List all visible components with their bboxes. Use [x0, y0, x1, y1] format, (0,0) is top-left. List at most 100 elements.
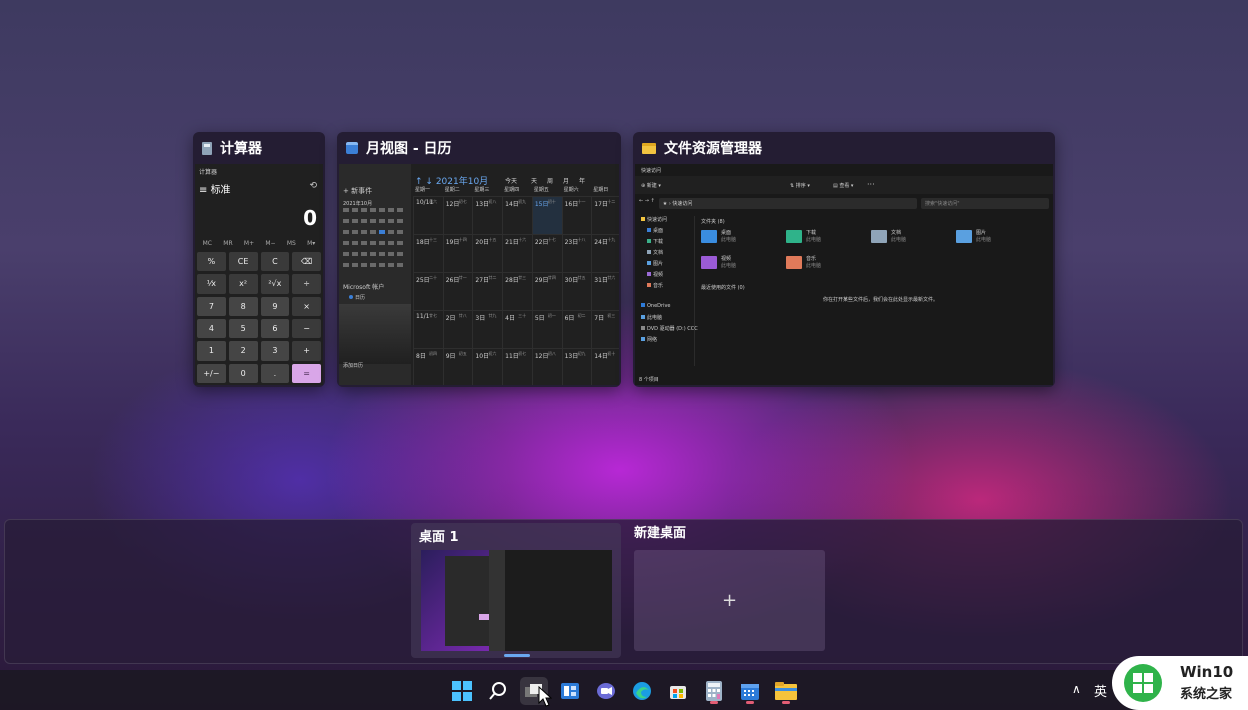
back-forward-icons[interactable]: ← → ↑ [639, 198, 655, 210]
store-icon[interactable] [664, 677, 692, 705]
calculator-key[interactable]: +/− [197, 363, 226, 383]
calculator-key[interactable]: 0 [228, 363, 258, 383]
calculator-key[interactable]: 3 [260, 341, 290, 361]
nav-item[interactable]: 下载 [647, 238, 663, 245]
mini-calendar[interactable] [343, 208, 407, 278]
calculator-key[interactable]: 1 [197, 341, 226, 361]
calendar-day-cell[interactable]: 5日 初一 [531, 310, 562, 348]
tab-year[interactable]: 年 [579, 176, 585, 185]
mini-calendar-day[interactable] [397, 230, 403, 234]
calculator-key[interactable]: 8 [228, 296, 258, 316]
tab-week[interactable]: 周 [547, 176, 553, 185]
calculator-key[interactable]: CE [228, 252, 258, 272]
mini-calendar-day[interactable] [388, 263, 394, 267]
view-button[interactable]: ▤ 查看 ▾ [833, 182, 853, 189]
mini-calendar-day[interactable] [352, 208, 358, 212]
mini-calendar-day[interactable] [370, 263, 376, 267]
nav-item[interactable]: 此电脑 [641, 314, 662, 321]
folder-tile[interactable]: 桌面 此电脑 [701, 228, 781, 252]
new-button[interactable]: ⊕ 新建 ▾ [641, 182, 661, 189]
calendar-day-cell[interactable]: 3日 廿九 [472, 310, 503, 348]
chat-icon[interactable] [592, 677, 620, 705]
mini-calendar-day[interactable] [343, 241, 349, 245]
mini-calendar-day[interactable] [379, 230, 385, 234]
mini-calendar-day[interactable] [352, 252, 358, 256]
mini-calendar-day[interactable] [352, 230, 358, 234]
calendar-day-cell[interactable]: 8日 初四 [413, 348, 443, 385]
mini-calendar-day[interactable] [379, 252, 385, 256]
calculator-key[interactable]: 4 [197, 319, 226, 339]
calendar-day-cell[interactable]: 10/11 初六 [413, 196, 443, 234]
mini-calendar-day[interactable] [343, 263, 349, 267]
folder-tile[interactable]: 音乐 此电脑 [786, 254, 866, 278]
nav-item[interactable]: 文档 [647, 249, 663, 256]
calendar-day-cell[interactable]: 11/1 廿七 [413, 310, 443, 348]
calendar-day-cell[interactable]: 19日 十四 [442, 234, 473, 272]
start-icon[interactable] [448, 677, 476, 705]
calendar-day-cell[interactable]: 12日 初八 [531, 348, 562, 385]
calculator-key[interactable]: . [260, 363, 290, 383]
history-icon[interactable]: ⟲ [309, 181, 317, 191]
calculator-key[interactable]: = [292, 363, 321, 383]
widgets-icon[interactable] [556, 677, 584, 705]
calculator-key[interactable]: % [197, 252, 226, 272]
calendar-day-cell[interactable]: 27日 廿二 [472, 272, 503, 310]
calendar-name-label[interactable]: 日历 [349, 294, 365, 301]
calendar-day-cell[interactable]: 15日 初十 [531, 196, 562, 234]
mini-calendar-day[interactable] [379, 219, 385, 223]
tab-day[interactable]: 天 [531, 176, 537, 185]
calendar-day-cell[interactable]: 17日 十二 [591, 196, 619, 234]
memory-key-ms[interactable]: MS [287, 240, 296, 247]
calculator-key[interactable]: ⅟x [197, 274, 226, 294]
calendar-day-cell[interactable]: 20日 十五 [472, 234, 503, 272]
calendar-day-cell[interactable]: 29日 廿四 [531, 272, 562, 310]
calendar-day-cell[interactable]: 12日 初七 [442, 196, 473, 234]
calendar-day-cell[interactable]: 10日 初六 [472, 348, 503, 385]
calendar-day-cell[interactable]: 13日 初九 [561, 348, 592, 385]
nav-item[interactable]: OneDrive [641, 303, 671, 309]
calculator-taskbar-icon[interactable] [700, 677, 728, 705]
calendar-day-cell[interactable]: 31日 廿六 [591, 272, 619, 310]
folder-tile[interactable]: 视频 此电脑 [701, 254, 781, 278]
calendar-day-cell[interactable]: 25日 二十 [413, 272, 443, 310]
mini-calendar-day[interactable] [379, 241, 385, 245]
folder-tile[interactable]: 文档 此电脑 [871, 228, 951, 252]
address-bar[interactable]: ★ › 快速访问 [658, 198, 917, 209]
folder-tile[interactable]: 图片 此电脑 [956, 228, 1036, 252]
add-calendar-button[interactable]: 添加日历 [343, 362, 363, 369]
calculator-key[interactable]: 2 [228, 341, 258, 361]
hamburger-icon[interactable]: ≡ [199, 185, 211, 196]
search-box[interactable]: 搜索"快速访问" [921, 198, 1049, 209]
calculator-key[interactable]: x² [228, 274, 258, 294]
memory-key-mr[interactable]: MR [223, 240, 232, 247]
mini-calendar-day[interactable] [397, 241, 403, 245]
tab-month[interactable]: 月 [563, 176, 569, 185]
calculator-mode[interactable]: ≡ 标准 [199, 181, 231, 196]
mini-calendar-day[interactable] [361, 252, 367, 256]
calendar-day-cell[interactable]: 16日 十一 [561, 196, 592, 234]
mini-calendar-day[interactable] [361, 263, 367, 267]
mini-calendar-day[interactable] [379, 208, 385, 212]
mini-calendar-day[interactable] [370, 241, 376, 245]
calendar-day-cell[interactable]: 14日 初十 [591, 348, 619, 385]
calculator-key[interactable]: ²√x [260, 274, 290, 294]
calendar-day-cell[interactable]: 11日 初七 [502, 348, 532, 385]
calendar-day-cell[interactable]: 7日 初三 [591, 310, 619, 348]
mini-calendar-day[interactable] [397, 219, 403, 223]
calculator-key[interactable]: 9 [260, 296, 290, 316]
calendar-day-cell[interactable]: 30日 廿五 [561, 272, 592, 310]
calculator-key[interactable]: × [292, 296, 321, 316]
calculator-key[interactable]: + [292, 341, 321, 361]
mini-calendar-day[interactable] [352, 219, 358, 223]
new-desktop-button[interactable]: + [634, 550, 825, 651]
calendar-day-cell[interactable]: 13日 初八 [472, 196, 503, 234]
mini-calendar-day[interactable] [352, 263, 358, 267]
more-icon[interactable]: ··· [867, 180, 875, 189]
mini-calendar-day[interactable] [361, 219, 367, 223]
file-explorer-icon[interactable] [772, 677, 800, 705]
new-event-button[interactable]: + 新事件 [343, 186, 372, 196]
nav-item[interactable]: 快速访问 [641, 216, 667, 223]
today-button[interactable]: 今天 [505, 176, 517, 185]
calendar-taskbar-icon[interactable] [736, 677, 764, 705]
memory-key-mlist[interactable]: M▾ [307, 240, 315, 247]
